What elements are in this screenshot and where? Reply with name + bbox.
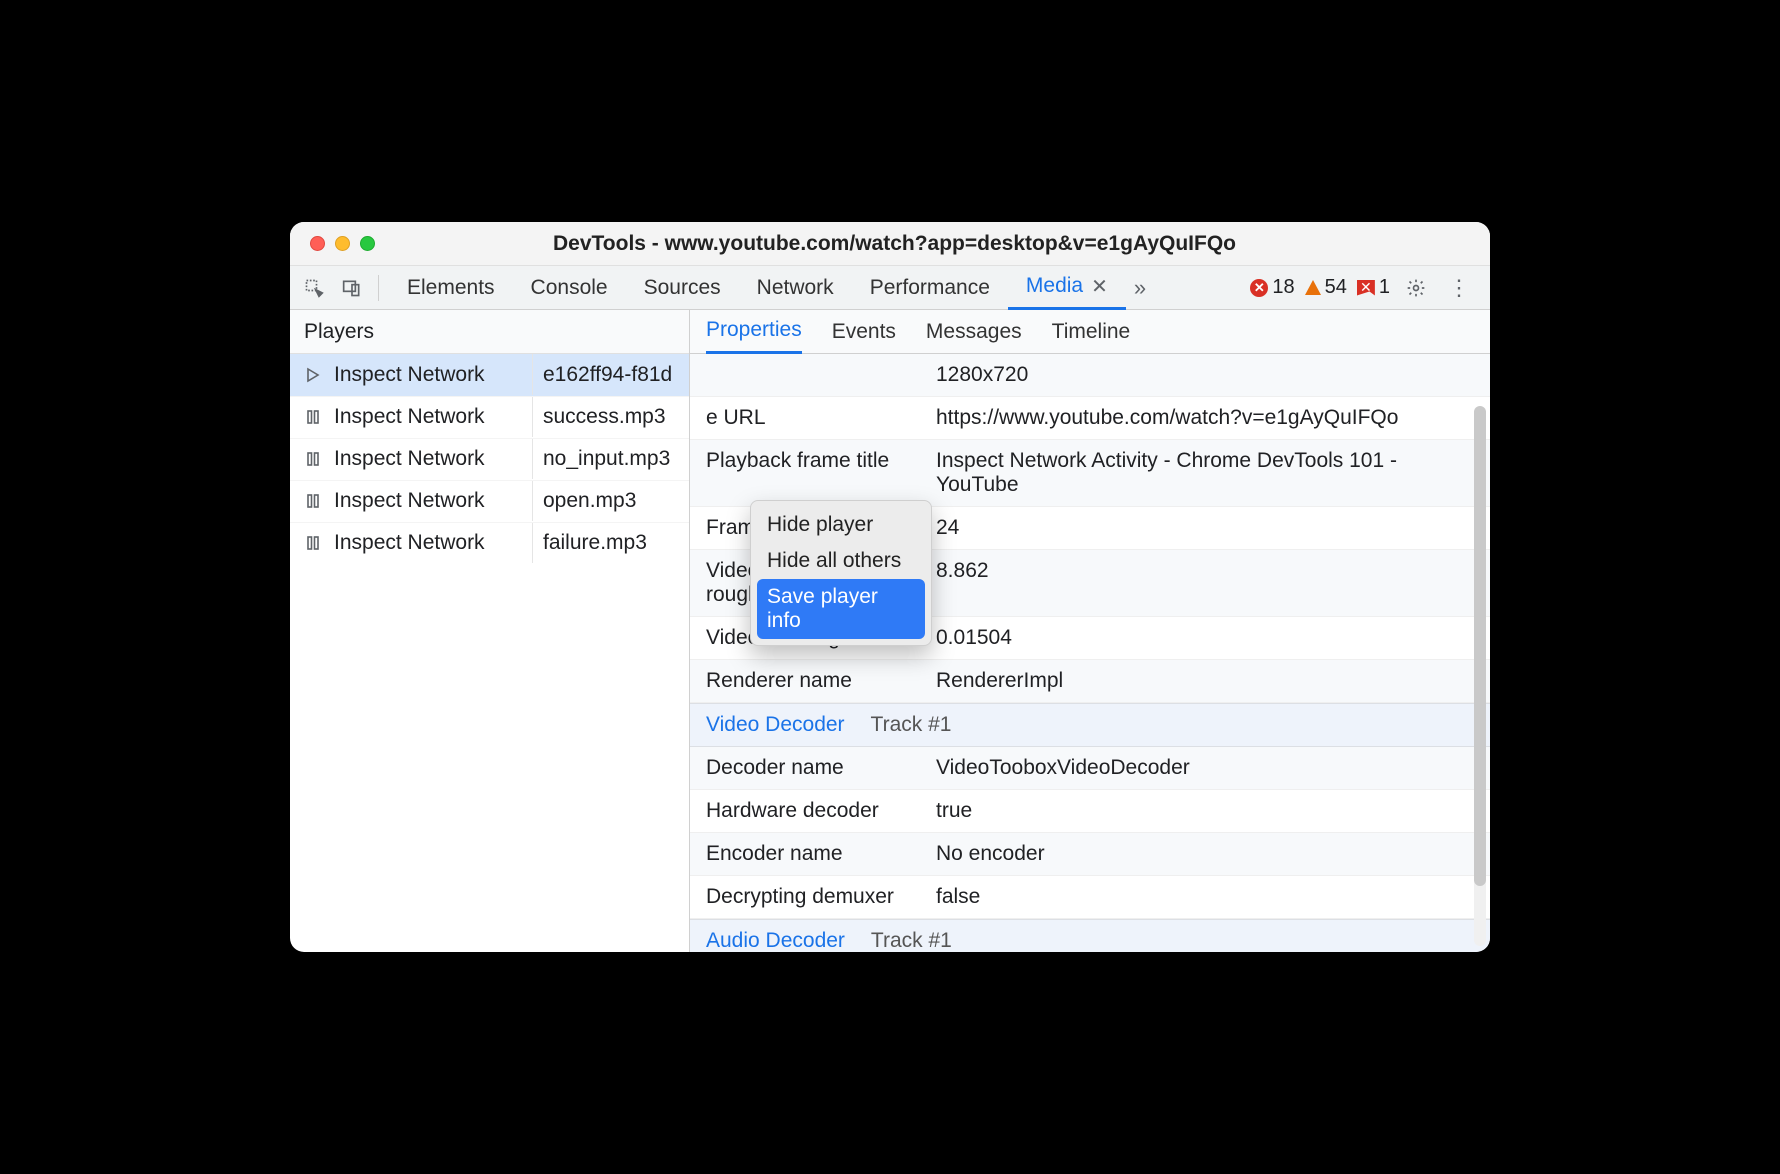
prop-value: 1280x720 xyxy=(936,363,1474,387)
scrollbar-thumb[interactable] xyxy=(1474,406,1486,886)
player-file: success.mp3 xyxy=(533,405,681,429)
errors-badge[interactable]: ✕ 18 xyxy=(1250,276,1294,299)
section-title: Audio Decoder xyxy=(706,929,845,952)
titlebar: DevTools - www.youtube.com/watch?app=des… xyxy=(290,222,1490,266)
section-sub: Track #1 xyxy=(871,929,952,952)
prop-value: false xyxy=(936,885,1474,909)
prop-row: Hardware decoder true xyxy=(690,790,1490,833)
players-sidebar: Players Inspect Network e162ff94-f81d In… xyxy=(290,310,690,952)
toolbar-separator xyxy=(378,275,379,301)
prop-row: Decoder name VideoTooboxVideoDecoder xyxy=(690,747,1490,790)
media-subtabs: Properties Events Messages Timeline xyxy=(690,310,1490,354)
properties-scroll[interactable]: 1280x720 e URL https://www.youtube.com/w… xyxy=(690,354,1490,952)
ctx-hide-player[interactable]: Hide player xyxy=(757,507,925,543)
error-icon: ✕ xyxy=(1250,279,1268,297)
warnings-badge[interactable]: 54 xyxy=(1305,276,1347,299)
prop-value: RendererImpl xyxy=(936,669,1474,693)
context-menu: Hide player Hide all others Save player … xyxy=(750,500,932,646)
player-label: Inspect Network xyxy=(328,439,533,479)
players-list: Inspect Network e162ff94-f81d Inspect Ne… xyxy=(290,354,689,952)
player-file: no_input.mp3 xyxy=(533,447,681,471)
issues-badge[interactable]: ✕ 1 xyxy=(1357,276,1390,299)
section-title: Video Decoder xyxy=(706,713,845,737)
ctx-hide-others[interactable]: Hide all others xyxy=(757,543,925,579)
prop-key: e URL xyxy=(706,406,936,430)
warnings-count: 54 xyxy=(1325,276,1347,299)
inspect-element-icon[interactable] xyxy=(298,272,330,304)
section-sub: Track #1 xyxy=(871,713,952,737)
device-toggle-icon[interactable] xyxy=(336,272,368,304)
prop-row: Encoder name No encoder xyxy=(690,833,1490,876)
prop-key xyxy=(706,363,936,387)
prop-key: Playback frame title xyxy=(706,449,936,497)
ctx-save-player-info[interactable]: Save player info xyxy=(757,579,925,639)
player-row[interactable]: Inspect Network failure.mp3 xyxy=(290,522,689,564)
pause-icon xyxy=(298,493,328,509)
tab-media[interactable]: Media ✕ xyxy=(1008,266,1126,310)
devtools-toolbar: Elements Console Sources Network Perform… xyxy=(290,266,1490,310)
subtab-properties[interactable]: Properties xyxy=(706,310,802,354)
tab-performance[interactable]: Performance xyxy=(852,266,1008,310)
prop-row: 1280x720 xyxy=(690,354,1490,397)
prop-value: 0.01504 xyxy=(936,626,1474,650)
player-file: e162ff94-f81d xyxy=(533,363,681,387)
prop-key: Encoder name xyxy=(706,842,936,866)
errors-count: 18 xyxy=(1272,276,1294,299)
prop-key: Renderer name xyxy=(706,669,936,693)
prop-value: Inspect Network Activity - Chrome DevToo… xyxy=(936,449,1474,497)
player-label: Inspect Network xyxy=(328,397,533,437)
prop-key: Decrypting demuxer xyxy=(706,885,936,909)
more-menu-icon[interactable]: ⋮ xyxy=(1442,275,1476,301)
prop-row: Playback frame title Inspect Network Act… xyxy=(690,440,1490,507)
prop-value: No encoder xyxy=(936,842,1474,866)
prop-value: https://www.youtube.com/watch?v=e1gAyQuI… xyxy=(936,406,1474,430)
player-label: Inspect Network xyxy=(328,354,533,395)
section-video-decoder[interactable]: Video Decoder Track #1 xyxy=(690,703,1490,747)
status-area: ✕ 18 54 ✕ 1 ⋮ xyxy=(1250,272,1482,304)
tab-elements[interactable]: Elements xyxy=(389,266,513,310)
player-file: failure.mp3 xyxy=(533,531,681,555)
player-row[interactable]: Inspect Network no_input.mp3 xyxy=(290,438,689,480)
devtools-window: DevTools - www.youtube.com/watch?app=des… xyxy=(290,222,1490,952)
subtab-timeline[interactable]: Timeline xyxy=(1052,310,1131,354)
prop-key: Hardware decoder xyxy=(706,799,936,823)
prop-row: Decrypting demuxer false xyxy=(690,876,1490,919)
section-audio-decoder[interactable]: Audio Decoder Track #1 xyxy=(690,919,1490,952)
prop-value: 24 xyxy=(936,516,1474,540)
player-label: Inspect Network xyxy=(328,481,533,521)
tab-network[interactable]: Network xyxy=(739,266,852,310)
tabs-overflow-icon[interactable]: » xyxy=(1126,275,1154,301)
play-icon xyxy=(298,367,328,383)
issue-icon: ✕ xyxy=(1357,280,1375,296)
player-file: open.mp3 xyxy=(533,489,681,513)
prop-row: e URL https://www.youtube.com/watch?v=e1… xyxy=(690,397,1490,440)
player-row[interactable]: Inspect Network e162ff94-f81d xyxy=(290,354,689,396)
subtab-messages[interactable]: Messages xyxy=(926,310,1022,354)
pause-icon xyxy=(298,409,328,425)
prop-row: Renderer name RendererImpl xyxy=(690,660,1490,703)
player-label: Inspect Network xyxy=(328,523,533,563)
prop-value: VideoTooboxVideoDecoder xyxy=(936,756,1474,780)
prop-value: true xyxy=(936,799,1474,823)
prop-key: Decoder name xyxy=(706,756,936,780)
warning-icon xyxy=(1305,280,1321,295)
panel-body: Players Inspect Network e162ff94-f81d In… xyxy=(290,310,1490,952)
players-heading: Players xyxy=(290,310,689,354)
pause-icon xyxy=(298,451,328,467)
tab-sources[interactable]: Sources xyxy=(626,266,739,310)
prop-value: 8.862 xyxy=(936,559,1474,607)
scrollbar-track[interactable] xyxy=(1474,406,1486,946)
pause-icon xyxy=(298,535,328,551)
tab-media-label: Media xyxy=(1026,274,1083,298)
panel-tabs: Elements Console Sources Network Perform… xyxy=(389,266,1244,310)
subtab-events[interactable]: Events xyxy=(832,310,896,354)
tab-close-icon[interactable]: ✕ xyxy=(1091,274,1108,299)
window-title: DevTools - www.youtube.com/watch?app=des… xyxy=(319,232,1470,256)
tab-console[interactable]: Console xyxy=(513,266,626,310)
settings-gear-icon[interactable] xyxy=(1400,272,1432,304)
issues-count: 1 xyxy=(1379,276,1390,299)
player-row[interactable]: Inspect Network open.mp3 xyxy=(290,480,689,522)
player-row[interactable]: Inspect Network success.mp3 xyxy=(290,396,689,438)
